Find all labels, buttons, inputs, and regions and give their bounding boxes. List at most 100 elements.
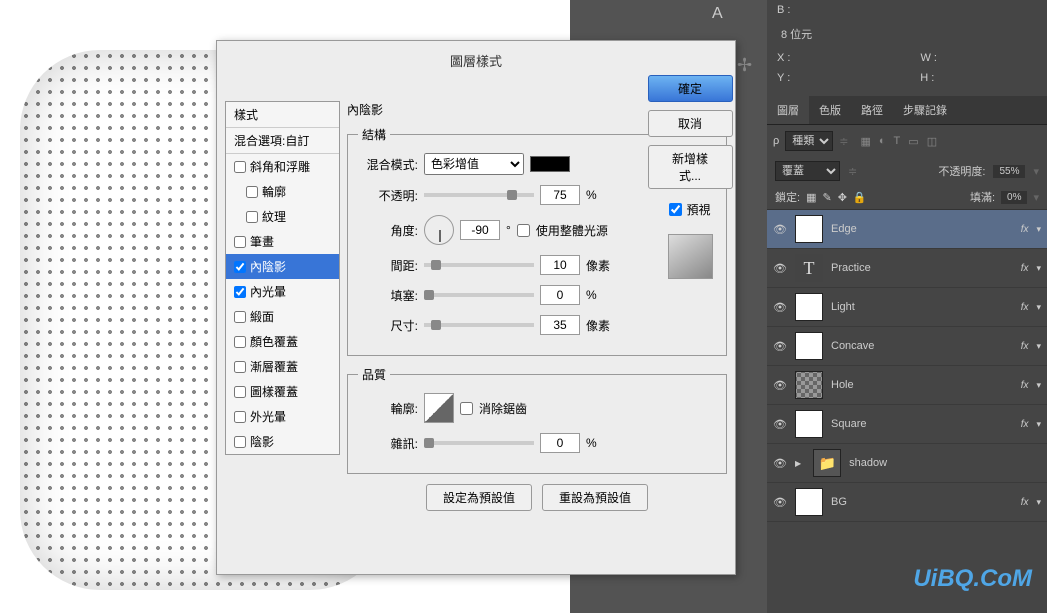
style-checkbox-11[interactable] [234, 436, 246, 448]
reset-default-button[interactable]: 重設為預設值 [542, 484, 648, 511]
layer-name[interactable]: Light [831, 301, 1013, 313]
new-style-button[interactable]: 新增樣式... [648, 145, 733, 189]
visibility-icon[interactable]: 👁 [773, 223, 787, 236]
layer-row-shadow[interactable]: 👁▶📁shadow [767, 444, 1047, 483]
global-light-checkbox[interactable] [517, 224, 530, 237]
tab-channels[interactable]: 色版 [809, 96, 851, 124]
layer-thumbnail[interactable] [795, 488, 823, 516]
expand-arrow[interactable]: ▶ [795, 459, 801, 468]
visibility-icon[interactable]: 👁 [773, 262, 787, 275]
style-checkbox-5[interactable] [234, 286, 246, 298]
filter-smart-icon[interactable]: ◫ [927, 135, 937, 148]
filter-pixel-icon[interactable]: ▦ [860, 135, 870, 148]
layer-name[interactable]: BG [831, 496, 1013, 508]
blend-options-item[interactable]: 混合選項:自訂 [226, 128, 339, 154]
layer-thumbnail[interactable] [795, 371, 823, 399]
ok-button[interactable]: 確定 [648, 75, 733, 102]
blend-mode-layer-select[interactable]: 覆蓋 [775, 161, 840, 181]
style-checkbox-10[interactable] [234, 411, 246, 423]
styles-header[interactable]: 樣式 [226, 102, 339, 128]
choke-input[interactable] [540, 285, 580, 305]
filter-type-icon[interactable]: T [894, 135, 901, 148]
style-checkbox-3[interactable] [234, 236, 246, 248]
kind-select[interactable]: 種類 [785, 131, 833, 151]
tab-history[interactable]: 步驟記錄 [893, 96, 957, 124]
lock-position-icon[interactable]: ✥ [838, 191, 847, 204]
style-item-0[interactable]: 斜角和浮雕 [226, 154, 339, 179]
chevron-down-icon[interactable]: ▾ [1036, 419, 1041, 430]
layer-row-square[interactable]: 👁Squarefx ▾ [767, 405, 1047, 444]
layer-thumbnail[interactable] [795, 215, 823, 243]
set-default-button[interactable]: 設定為預設值 [426, 484, 532, 511]
character-panel-icon[interactable]: A [712, 5, 723, 23]
layer-name[interactable]: Concave [831, 340, 1013, 352]
opacity-slider[interactable] [424, 193, 534, 197]
distance-input[interactable] [540, 255, 580, 275]
style-item-9[interactable]: 圖樣覆蓋 [226, 379, 339, 404]
style-checkbox-2[interactable] [246, 211, 258, 223]
fill-value[interactable]: 0% [1001, 191, 1027, 204]
layer-name[interactable]: Practice [831, 262, 1013, 274]
preview-checkbox-row[interactable]: 預視 [669, 201, 710, 218]
layer-thumbnail[interactable]: T [795, 254, 823, 282]
lock-all-icon[interactable]: 🔒 [853, 191, 867, 204]
style-checkbox-1[interactable] [246, 186, 258, 198]
layer-row-bg[interactable]: 👁BGfx ▾ [767, 483, 1047, 522]
layer-opacity-value[interactable]: 55% [993, 165, 1025, 178]
shadow-color-swatch[interactable] [530, 156, 570, 172]
layer-name[interactable]: Hole [831, 379, 1013, 391]
visibility-icon[interactable]: 👁 [773, 496, 787, 509]
kind-icon[interactable]: ρ [773, 135, 779, 147]
filter-adjust-icon[interactable]: ◐ [879, 135, 886, 148]
layer-thumbnail[interactable] [795, 332, 823, 360]
angle-wheel[interactable] [424, 215, 454, 245]
visibility-icon[interactable]: 👁 [773, 340, 787, 353]
blend-mode-select[interactable]: 色彩增值 [424, 153, 524, 175]
layer-row-light[interactable]: 👁Lightfx ▾ [767, 288, 1047, 327]
style-item-11[interactable]: 陰影 [226, 429, 339, 454]
layer-thumbnail[interactable] [795, 410, 823, 438]
distance-slider[interactable] [424, 263, 534, 267]
layer-name[interactable]: Edge [831, 223, 1013, 235]
chevron-down-icon[interactable]: ▾ [1036, 224, 1041, 235]
layer-row-practice[interactable]: 👁TPracticefx ▾ [767, 249, 1047, 288]
filter-shape-icon[interactable]: ▭ [908, 135, 918, 148]
opacity-input[interactable] [540, 185, 580, 205]
lock-paint-icon[interactable]: ✎ [822, 191, 831, 204]
style-item-8[interactable]: 漸層覆蓋 [226, 354, 339, 379]
style-checkbox-6[interactable] [234, 311, 246, 323]
tab-layers[interactable]: 圖層 [767, 96, 809, 124]
layer-thumbnail[interactable]: 📁 [813, 449, 841, 477]
style-item-5[interactable]: 內光暈 [226, 279, 339, 304]
style-checkbox-7[interactable] [234, 336, 246, 348]
chevron-down-icon[interactable]: ▾ [1036, 380, 1041, 391]
style-item-6[interactable]: 緞面 [226, 304, 339, 329]
style-item-4[interactable]: 內陰影 [226, 254, 339, 279]
tab-paths[interactable]: 路徑 [851, 96, 893, 124]
chevron-down-icon[interactable]: ▾ [1036, 341, 1041, 352]
size-slider[interactable] [424, 323, 534, 327]
antialias-checkbox[interactable] [460, 402, 473, 415]
style-checkbox-0[interactable] [234, 161, 246, 173]
noise-input[interactable] [540, 433, 580, 453]
style-item-10[interactable]: 外光暈 [226, 404, 339, 429]
layer-thumbnail[interactable] [795, 293, 823, 321]
style-checkbox-9[interactable] [234, 386, 246, 398]
lock-transparency-icon[interactable]: ▦ [806, 191, 816, 204]
style-checkbox-4[interactable] [234, 261, 246, 273]
chevron-down-icon[interactable]: ▾ [1036, 497, 1041, 508]
noise-slider[interactable] [424, 441, 534, 445]
layer-row-concave[interactable]: 👁Concavefx ▾ [767, 327, 1047, 366]
choke-slider[interactable] [424, 293, 534, 297]
visibility-icon[interactable]: 👁 [773, 301, 787, 314]
visibility-icon[interactable]: 👁 [773, 457, 787, 470]
size-input[interactable] [540, 315, 580, 335]
visibility-icon[interactable]: 👁 [773, 418, 787, 431]
visibility-icon[interactable]: 👁 [773, 379, 787, 392]
layer-row-hole[interactable]: 👁Holefx ▾ [767, 366, 1047, 405]
chevron-down-icon[interactable]: ▾ [1036, 302, 1041, 313]
layer-name[interactable]: Square [831, 418, 1013, 430]
angle-input[interactable] [460, 220, 500, 240]
preview-checkbox[interactable] [669, 203, 682, 216]
chevron-down-icon[interactable]: ▾ [1036, 263, 1041, 274]
